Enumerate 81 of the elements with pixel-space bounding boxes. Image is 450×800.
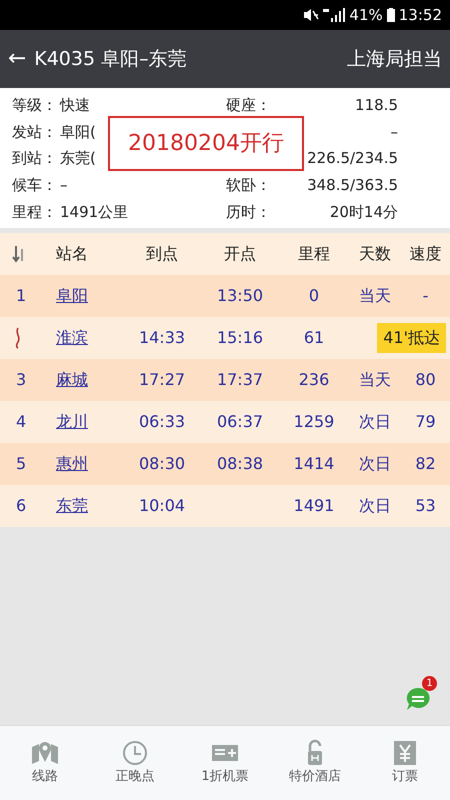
battery-percent: 41% bbox=[349, 4, 383, 26]
info-value: – bbox=[390, 122, 398, 143]
info-value: 1491公里 bbox=[60, 202, 128, 223]
column-header: 里程 bbox=[297, 243, 331, 265]
clock-icon bbox=[120, 739, 150, 768]
nav-tab[interactable]: 特价酒店 bbox=[270, 739, 360, 787]
info-value: 20时14分 bbox=[330, 202, 398, 223]
row-number: 6 bbox=[15, 495, 28, 517]
speed: 53 bbox=[414, 495, 437, 517]
day-offset: 次日 bbox=[358, 495, 392, 517]
info-label: 里程： bbox=[12, 202, 57, 223]
departure-time: 08:38 bbox=[216, 453, 264, 475]
speed: - bbox=[422, 285, 430, 307]
info-label: 硬座： bbox=[226, 95, 271, 116]
speed: 80 bbox=[414, 369, 437, 391]
row-number: 4 bbox=[15, 411, 28, 433]
column-header: 开点 bbox=[223, 243, 257, 265]
departure-time: 13:50 bbox=[216, 285, 264, 307]
info-label: 到站： bbox=[12, 148, 57, 170]
column-header: 站名 bbox=[55, 243, 89, 265]
arrival-time: 14:33 bbox=[138, 327, 186, 349]
speed: 82 bbox=[414, 453, 437, 475]
info-label: 历时： bbox=[226, 202, 271, 223]
day-offset: 当天 bbox=[358, 285, 392, 307]
info-label: 软卧： bbox=[226, 175, 271, 196]
column-header: 天数 bbox=[358, 243, 392, 265]
station-link[interactable]: 龙川 bbox=[48, 410, 123, 434]
info-value: 快速 bbox=[60, 95, 90, 116]
nav-tab[interactable]: 线路 bbox=[0, 739, 90, 787]
bureau-label: 上海局担当 bbox=[347, 46, 442, 72]
column-header: 速度 bbox=[408, 243, 442, 265]
info-value: 阜阳( bbox=[60, 122, 96, 143]
row-number: 5 bbox=[15, 453, 28, 475]
info-value: – bbox=[60, 175, 68, 196]
clock-time: 13:52 bbox=[398, 4, 442, 26]
arrival-time: 08:30 bbox=[138, 453, 186, 475]
info-label: 发站： bbox=[12, 122, 57, 143]
info-value: 东莞( bbox=[60, 148, 96, 170]
arrival-time: 06:33 bbox=[138, 411, 186, 433]
arrival-time: 17:27 bbox=[138, 369, 186, 391]
day-offset: 次日 bbox=[358, 453, 392, 475]
info-label: 等级： bbox=[12, 95, 57, 116]
train-position-icon bbox=[15, 327, 21, 349]
nav-tab[interactable]: 1折机票 bbox=[180, 739, 270, 787]
departure-time: 06:37 bbox=[216, 411, 264, 433]
nav-tab[interactable]: 正晚点 bbox=[90, 739, 180, 787]
station-link[interactable]: 东莞 bbox=[48, 494, 123, 518]
day-offset: 次日 bbox=[358, 411, 392, 433]
arrival-time: 10:04 bbox=[138, 495, 186, 517]
station-link[interactable]: 惠州 bbox=[48, 452, 123, 476]
station-link[interactable]: 淮滨 bbox=[48, 326, 123, 350]
info-value: 118.5 bbox=[355, 95, 398, 116]
station-link[interactable]: 麻城 bbox=[48, 368, 123, 392]
day-offset: 当天 bbox=[358, 369, 392, 391]
nav-tab[interactable]: 订票 bbox=[360, 739, 450, 787]
notification-badge: 1 bbox=[422, 676, 437, 691]
date-stamp: 20180204开行 bbox=[108, 116, 304, 171]
column-header: 到点 bbox=[145, 243, 179, 265]
row-number: 3 bbox=[15, 369, 28, 391]
departure-time: 17:37 bbox=[216, 369, 264, 391]
page-title: K4035 阜阳–东莞 bbox=[34, 46, 187, 72]
mileage: 61 bbox=[302, 327, 326, 349]
chat-icon[interactable] bbox=[405, 686, 431, 712]
mileage: 0 bbox=[308, 285, 320, 307]
station-link[interactable]: 阜阳 bbox=[48, 284, 123, 308]
back-button[interactable]: ← bbox=[8, 42, 26, 76]
mileage: 1414 bbox=[292, 453, 336, 475]
mileage: 1259 bbox=[292, 411, 336, 433]
info-label: 候车： bbox=[12, 175, 57, 196]
speed: 79 bbox=[414, 411, 437, 433]
mileage: 236 bbox=[298, 369, 330, 391]
signal-icon bbox=[323, 8, 346, 22]
battery-icon bbox=[386, 8, 395, 22]
row-number: 1 bbox=[15, 285, 28, 307]
sort-icon[interactable] bbox=[12, 245, 26, 263]
departure-time: 15:16 bbox=[216, 327, 264, 349]
mileage: 1491 bbox=[292, 495, 336, 517]
info-value: 226.5/234.5 bbox=[307, 148, 398, 170]
info-value: 348.5/363.5 bbox=[307, 175, 398, 196]
arrival-note: 41'抵达 bbox=[377, 323, 446, 353]
mute-icon bbox=[303, 8, 320, 22]
